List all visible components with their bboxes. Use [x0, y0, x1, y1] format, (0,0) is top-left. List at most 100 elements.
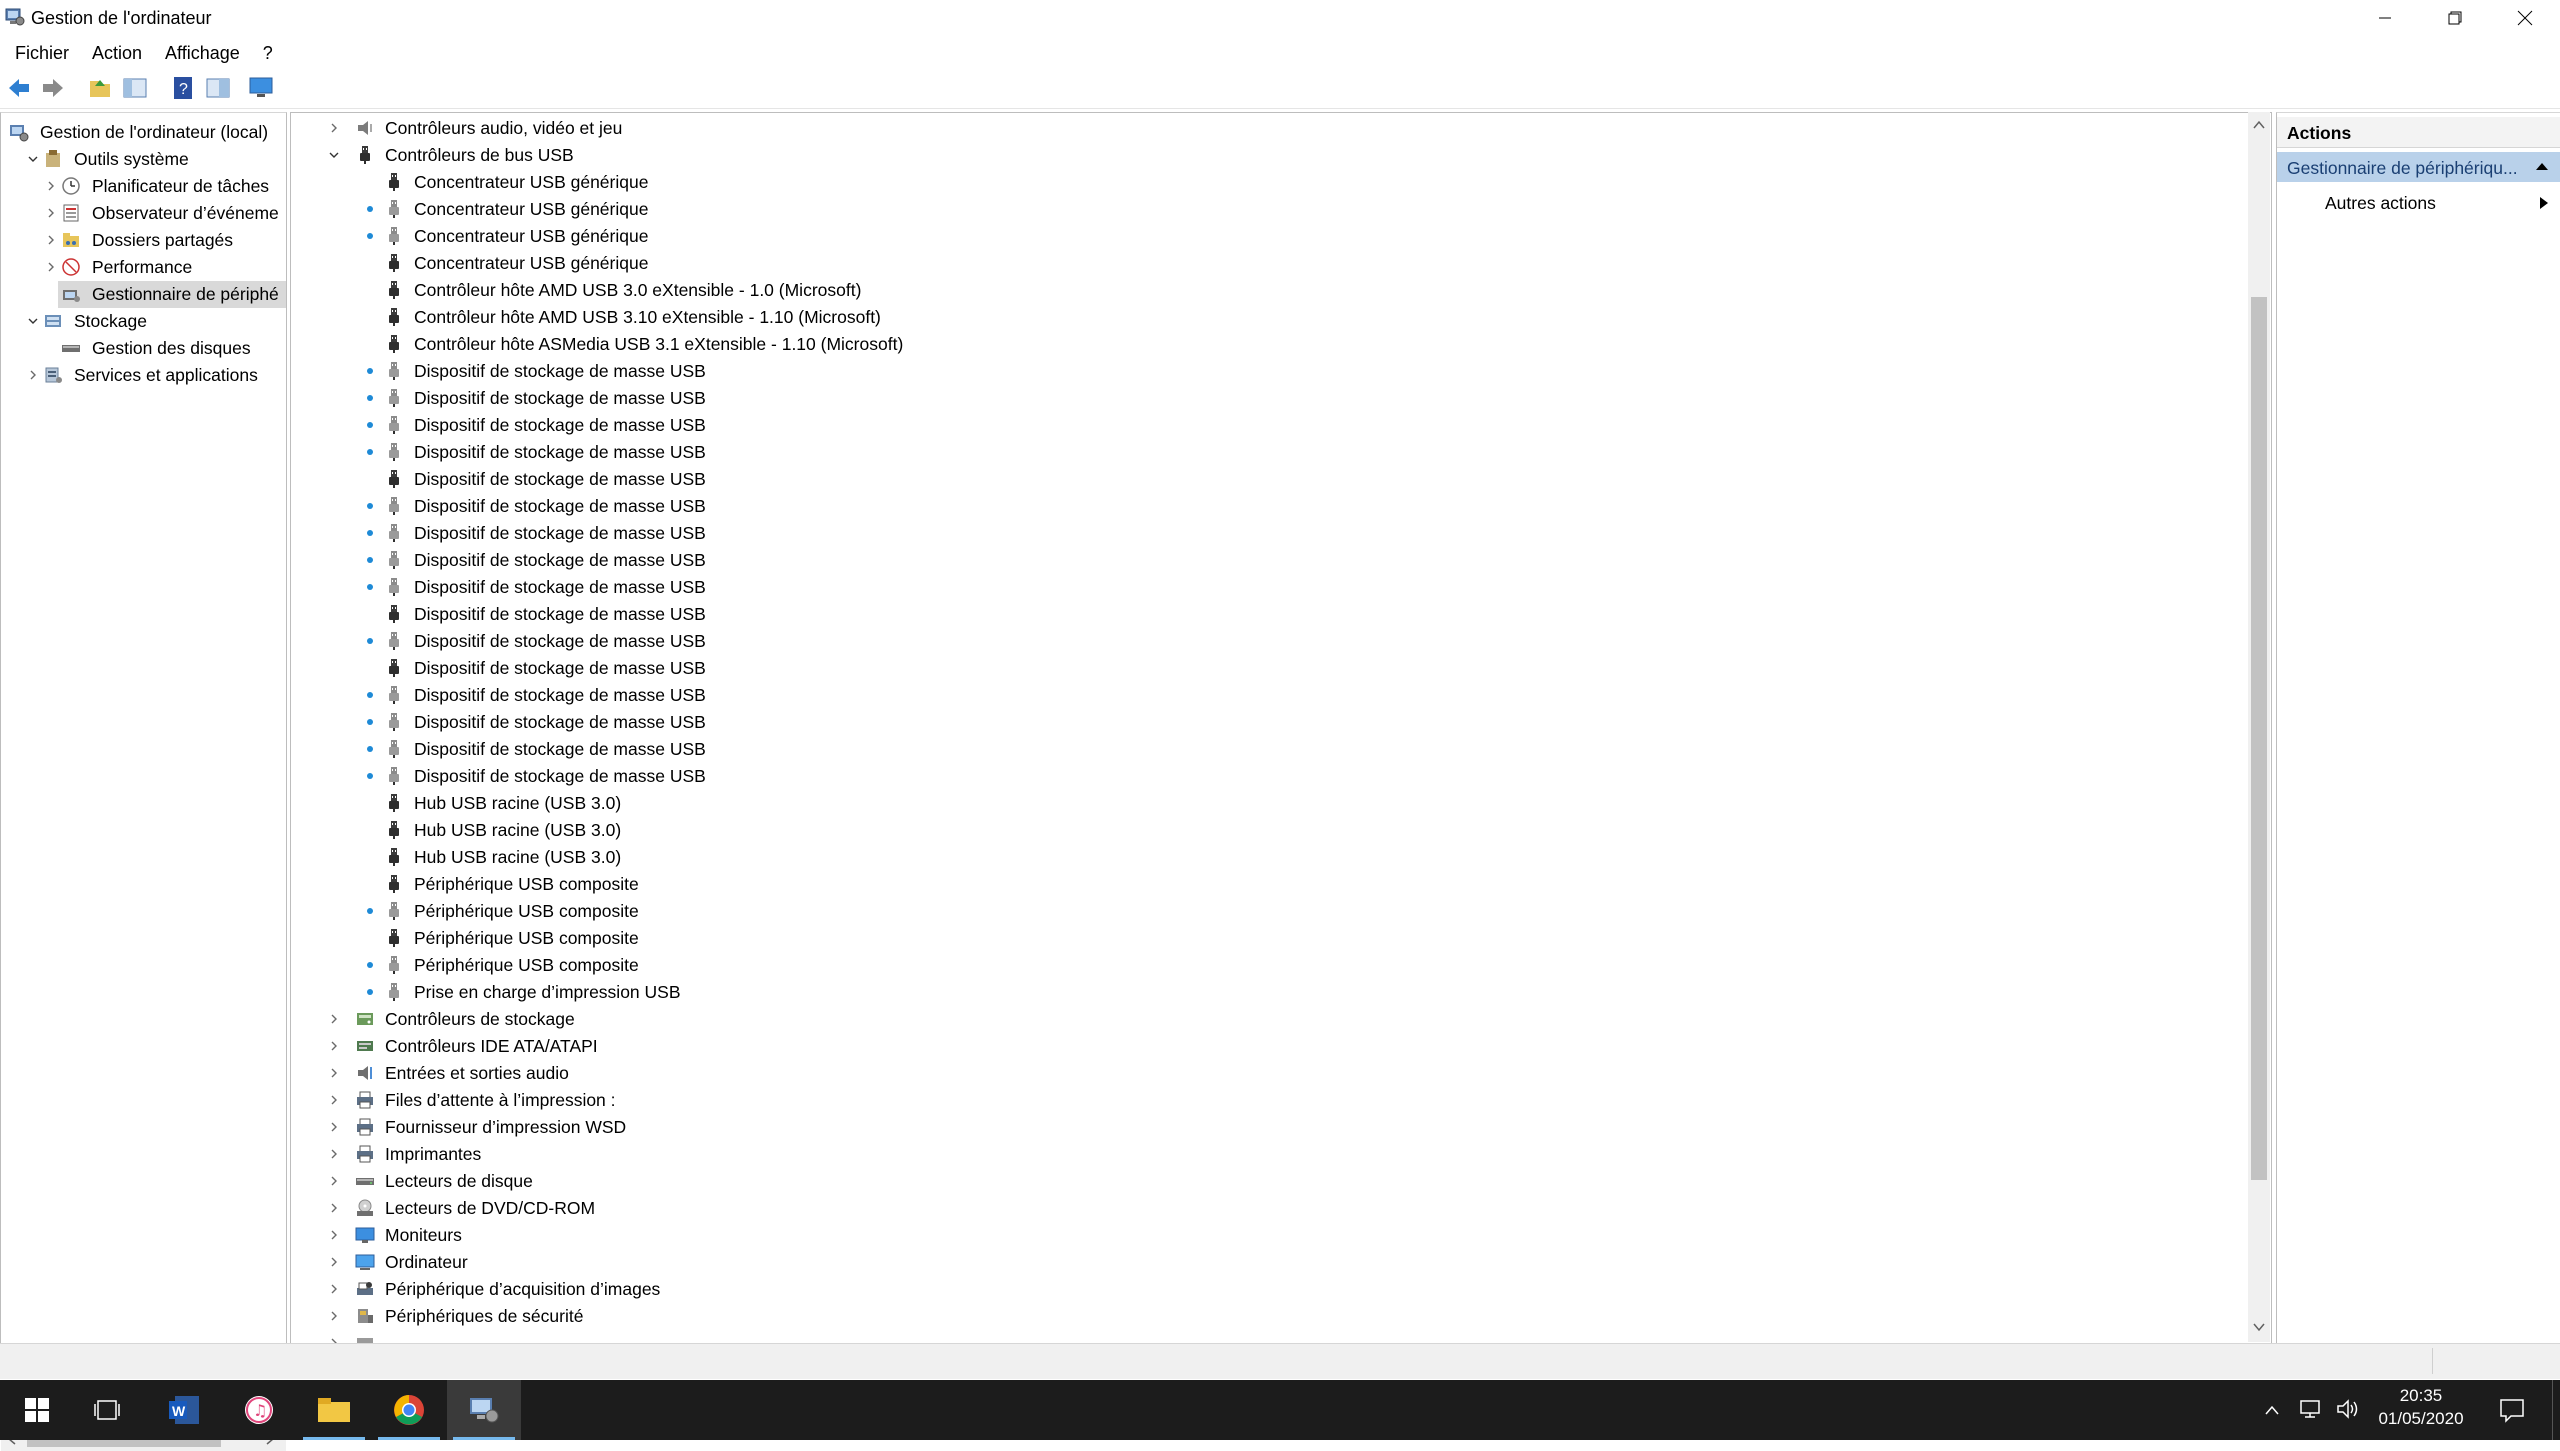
- chrome-icon: [394, 1395, 424, 1425]
- clock[interactable]: 20:35 01/05/2020: [2376, 1386, 2466, 1429]
- status-dot-icon: [367, 719, 373, 725]
- forward-arrow-icon[interactable]: [40, 75, 66, 101]
- usb-device-label: Dispositif de stockage de masse USB: [414, 604, 706, 624]
- expand-chevron-icon[interactable]: [45, 234, 57, 246]
- tray-chevron-icon[interactable]: [2264, 1404, 2280, 1416]
- menu-fichier[interactable]: Fichier: [0, 43, 77, 64]
- tree-stockage-label[interactable]: Stockage: [74, 308, 147, 335]
- vertical-scroll-thumb[interactable]: [2251, 297, 2267, 1180]
- usb-device-label: Hub USB racine (USB 3.0): [414, 793, 622, 813]
- task-view-button[interactable]: [70, 1380, 144, 1440]
- usb-device-label: Dispositif de stockage de masse USB: [414, 766, 706, 786]
- tree-gestionnaire-peripheriques-label[interactable]: Gestionnaire de périphé: [92, 281, 279, 308]
- expand-chevron-icon[interactable]: [45, 180, 57, 192]
- back-arrow-icon[interactable]: [6, 75, 32, 101]
- expand-chevron-icon[interactable]: [328, 1310, 340, 1322]
- status-dot-icon: [367, 503, 373, 509]
- show-desktop[interactable]: [2552, 1380, 2560, 1440]
- usb-device-label: Prise en charge d’impression USB: [414, 982, 681, 1002]
- expand-chevron-icon[interactable]: [45, 207, 57, 219]
- tree-gestion-disques-label[interactable]: Gestion des disques: [92, 335, 251, 362]
- tree-dossiers-partages-label[interactable]: Dossiers partagés: [92, 227, 233, 254]
- file-explorer-app[interactable]: [297, 1380, 371, 1440]
- clock-date: 01/05/2020: [2378, 1409, 2464, 1428]
- close-button[interactable]: [2490, 0, 2560, 36]
- tree-root-label[interactable]: Gestion de l'ordinateur (local): [40, 119, 268, 146]
- computer-management-app[interactable]: [447, 1380, 521, 1440]
- vertical-scrollbar[interactable]: [2248, 112, 2270, 1342]
- status-bar: [0, 1343, 2560, 1379]
- chrome-app[interactable]: [372, 1380, 446, 1440]
- collapse-chevron-icon[interactable]: [27, 315, 39, 327]
- category-label: Lecteurs de disque: [385, 1171, 533, 1191]
- usb-device-label: Dispositif de stockage de masse USB: [414, 577, 706, 597]
- task-view-icon: [94, 1400, 120, 1420]
- tree-planificateur-label[interactable]: Planificateur de tâches: [92, 173, 269, 200]
- network-icon[interactable]: [2299, 1398, 2323, 1420]
- expand-chevron-icon[interactable]: [328, 1283, 340, 1295]
- expand-chevron-icon[interactable]: [45, 261, 57, 273]
- restore-button[interactable]: [2420, 0, 2490, 36]
- collapse-chevron-icon[interactable]: [328, 149, 340, 161]
- svg-text:?: ?: [179, 81, 188, 98]
- up-folder-icon[interactable]: [87, 75, 113, 101]
- show-hide-tree-icon[interactable]: [122, 75, 148, 101]
- itunes-app[interactable]: ♫: [222, 1380, 296, 1440]
- category-label: Contrôleurs audio, vidéo et jeu: [385, 118, 623, 138]
- close-icon: [2517, 10, 2533, 26]
- actions-section-device-manager[interactable]: Gestionnaire de périphériqu...: [2277, 152, 2560, 182]
- usb-device-label: Périphérique USB composite: [414, 901, 639, 921]
- category-label: Contrôleurs de stockage: [385, 1009, 575, 1029]
- expand-chevron-icon[interactable]: [328, 1040, 340, 1052]
- itunes-icon: ♫: [245, 1396, 273, 1424]
- notification-center-icon[interactable]: [2499, 1397, 2525, 1423]
- usb-device-label: Dispositif de stockage de masse USB: [414, 523, 706, 543]
- expand-chevron-icon[interactable]: [328, 1202, 340, 1214]
- collapse-chevron-icon[interactable]: [27, 153, 39, 165]
- volume-icon[interactable]: [2336, 1398, 2360, 1420]
- scroll-up-icon[interactable]: [2253, 120, 2265, 130]
- tree-observateur-label[interactable]: Observateur d’événeme: [92, 200, 279, 227]
- expand-chevron-icon[interactable]: [328, 122, 340, 134]
- computer-management-taskbar-icon: [470, 1398, 499, 1423]
- collapse-triangle-icon[interactable]: [2535, 161, 2549, 171]
- help-icon[interactable]: ?: [170, 75, 196, 101]
- taskbar: W ♫ 20:35 01/05/2020: [0, 1380, 2560, 1440]
- properties-panel-icon[interactable]: [205, 75, 231, 101]
- menu-help[interactable]: ?: [248, 43, 281, 64]
- scroll-down-icon[interactable]: [2253, 1322, 2265, 1332]
- expand-chevron-icon[interactable]: [328, 1121, 340, 1133]
- tree-services-applications-label[interactable]: Services et applications: [74, 362, 258, 389]
- usb-device-label: Concentrateur USB générique: [414, 199, 649, 219]
- monitor-icon[interactable]: [248, 75, 274, 101]
- autres-actions-item[interactable]: Autres actions: [2277, 189, 2560, 217]
- actions-section-label: Gestionnaire de périphériqu...: [2287, 158, 2518, 178]
- expand-chevron-icon[interactable]: [328, 1229, 340, 1241]
- usb-device-label: Hub USB racine (USB 3.0): [414, 847, 622, 867]
- usb-device-label: Dispositif de stockage de masse USB: [414, 550, 706, 570]
- menu-bar: Fichier Action Affichage ?: [0, 40, 2560, 66]
- shared-icon: [63, 233, 79, 247]
- menu-action[interactable]: Action: [77, 43, 150, 64]
- menu-affichage[interactable]: Affichage: [150, 43, 248, 64]
- start-button[interactable]: [0, 1380, 74, 1440]
- minimize-button[interactable]: [2350, 0, 2420, 36]
- folder-icon: [318, 1398, 350, 1422]
- expand-chevron-icon[interactable]: [328, 1094, 340, 1106]
- expand-chevron-icon[interactable]: [328, 1148, 340, 1160]
- status-dot-icon: [367, 449, 373, 455]
- expand-chevron-icon[interactable]: [328, 1067, 340, 1079]
- device-tree: Contrôleurs audio, vidéo et jeu Contrôle…: [290, 112, 2272, 1343]
- category-label: Files d’attente à l’impression :: [385, 1090, 616, 1110]
- expand-chevron-icon[interactable]: [328, 1013, 340, 1025]
- console-tree: Gestion de l'ordinateur (local) Outils sy…: [0, 112, 287, 1451]
- expand-chevron-icon[interactable]: [328, 1175, 340, 1187]
- usb-device-label: Dispositif de stockage de masse USB: [414, 469, 706, 489]
- tree-outils-systeme-label[interactable]: Outils système: [74, 146, 189, 173]
- diskmgmt-icon: [62, 345, 80, 352]
- word-app[interactable]: W: [147, 1380, 221, 1440]
- actions-header-label: Actions: [2287, 123, 2352, 143]
- expand-chevron-icon[interactable]: [27, 369, 39, 381]
- tree-performance-label[interactable]: Performance: [92, 254, 192, 281]
- expand-chevron-icon[interactable]: [328, 1256, 340, 1268]
